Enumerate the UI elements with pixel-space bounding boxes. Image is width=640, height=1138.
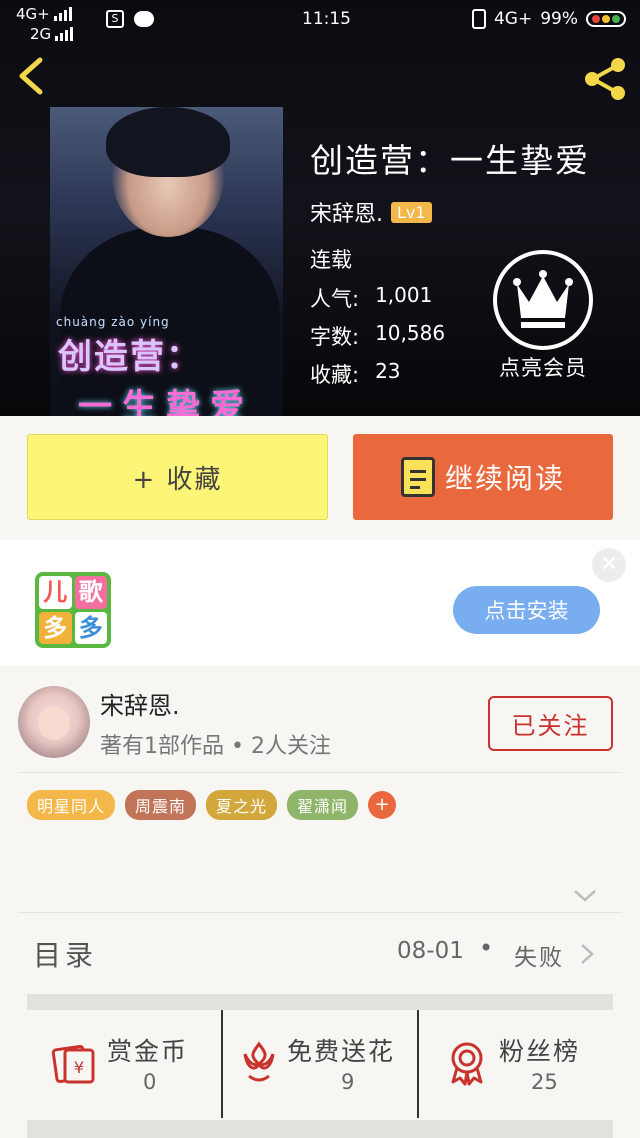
stat-words: 字数: 10,586	[310, 321, 445, 351]
ad-logo-char: 儿	[39, 576, 72, 609]
ad-logo-char: 歌	[74, 576, 107, 609]
bottom-label: 粉丝榜	[499, 1037, 581, 1066]
toc-separator: •	[479, 934, 494, 962]
ad-logo-char: 多	[74, 611, 107, 644]
vip-button[interactable]: 点亮会员	[492, 250, 594, 382]
toc-latest-date: 08-01	[397, 938, 464, 964]
signal-indicators: 4G+ 2G	[16, 5, 74, 43]
reward-coin-icon: ¥	[51, 1044, 95, 1084]
stat-value: 23	[375, 359, 401, 383]
author-meta: 著有1部作品 • 2人关注	[100, 734, 331, 759]
book-icon	[400, 457, 435, 497]
read-label: 继续阅读	[444, 462, 565, 495]
bottom-label: 赏金币	[107, 1037, 189, 1066]
book-cover[interactable]: chuàng zào yíng 创造营： 一生挚爱	[50, 107, 283, 416]
followed-button[interactable]: 已关注	[488, 696, 613, 751]
level-badge: Lv1	[391, 201, 432, 223]
clock: 11:15	[302, 9, 351, 29]
ad-app-logo: 儿 歌 多 多	[35, 572, 111, 648]
stat-value: 1,001	[375, 283, 433, 307]
free-flower-button[interactable]: 免费送花 9	[221, 1010, 417, 1118]
section-separator	[27, 1120, 613, 1138]
collect-button[interactable]: + 收藏	[27, 434, 328, 520]
svg-text:¥: ¥	[74, 1058, 84, 1077]
vibrate-icon	[471, 9, 486, 29]
battery-percent: 99%	[540, 9, 578, 29]
chevron-left-icon	[19, 57, 43, 95]
close-icon[interactable]: ✕	[592, 548, 626, 582]
sim-icon: S	[106, 10, 124, 28]
collect-label: + 收藏	[132, 464, 223, 495]
follow-label: 已关注	[511, 712, 590, 740]
crown-icon	[493, 250, 593, 350]
cover-hair	[106, 107, 230, 177]
stat-favorites: 收藏: 23	[310, 359, 401, 389]
bottom-label: 免费送花	[287, 1037, 396, 1066]
battery-icon	[586, 11, 626, 27]
install-label: 点击安装	[484, 599, 569, 623]
divider	[18, 912, 622, 913]
tag-list: 明星同人 周震南 夏之光 翟潇闻 +	[27, 790, 397, 820]
bottom-value: 9	[341, 1070, 355, 1094]
share-button[interactable]	[580, 54, 630, 104]
vip-label: 点亮会员	[499, 356, 587, 380]
divider	[18, 772, 622, 773]
bottom-action-bar: ¥ 赏金币 0 免费送花 9 粉丝榜 25	[27, 1010, 613, 1118]
stat-label: 收藏:	[310, 363, 360, 387]
add-tag-button[interactable]: +	[368, 791, 397, 819]
signal-bars-icon	[53, 7, 72, 21]
stat-value: 10,586	[375, 321, 446, 345]
table-of-contents-row[interactable]: 目录 08-01 • 失败	[27, 916, 613, 988]
tag[interactable]: 夏之光	[206, 790, 278, 820]
cover-title-line1: 创造营：	[58, 337, 202, 377]
serial-status: 连载	[310, 248, 352, 272]
reward-coin-button[interactable]: ¥ 赏金币 0	[27, 1010, 221, 1118]
section-separator	[27, 994, 613, 1010]
tag[interactable]: 明星同人	[27, 790, 116, 820]
share-icon	[585, 58, 625, 100]
author-line: 宋辞恩. Lv1	[310, 196, 432, 228]
toc-label: 目录	[33, 939, 98, 972]
avatar[interactable]	[18, 686, 90, 758]
status-bar: 4G+ 2G S 11:15 4G+ 99%	[0, 0, 640, 42]
cover-pinyin: chuàng zào yíng	[56, 315, 170, 329]
bottom-value: 0	[143, 1070, 157, 1094]
back-button[interactable]	[14, 56, 54, 96]
stat-popularity: 人气: 1,001	[310, 283, 432, 313]
flower-icon	[243, 1041, 275, 1082]
tag[interactable]: 周震南	[125, 790, 197, 820]
bottom-value: 25	[531, 1070, 558, 1094]
author-section-name[interactable]: 宋辞恩.	[100, 686, 180, 721]
chevron-down-icon	[574, 890, 596, 902]
medal-icon	[451, 1042, 483, 1086]
network-type-top: 4G+	[16, 5, 50, 23]
chevron-right-icon	[581, 944, 594, 964]
stat-label: 人气:	[310, 287, 360, 311]
stat-label: 字数:	[310, 325, 360, 349]
install-button[interactable]: 点击安装	[453, 586, 600, 634]
book-header: 4G+ 2G S 11:15 4G+ 99% chuàng zào yíng 创…	[0, 0, 640, 416]
book-title: 创造营：一生挚爱	[310, 141, 590, 180]
cover-title-line2: 一生挚爱	[78, 387, 254, 416]
author-name[interactable]: 宋辞恩.	[310, 196, 383, 228]
expand-button[interactable]	[572, 882, 598, 908]
toc-latest-status: 失败	[514, 945, 564, 971]
fan-ranking-button[interactable]: 粉丝榜 25	[417, 1010, 613, 1118]
message-bubble-icon	[134, 11, 154, 27]
ad-logo-char: 多	[39, 611, 72, 644]
signal-bars-icon	[55, 27, 74, 41]
network-type-right: 4G+	[493, 9, 533, 29]
network-type-bottom: 2G	[30, 25, 52, 43]
tag[interactable]: 翟潇闻	[287, 790, 359, 820]
continue-reading-button[interactable]: 继续阅读	[353, 434, 613, 520]
